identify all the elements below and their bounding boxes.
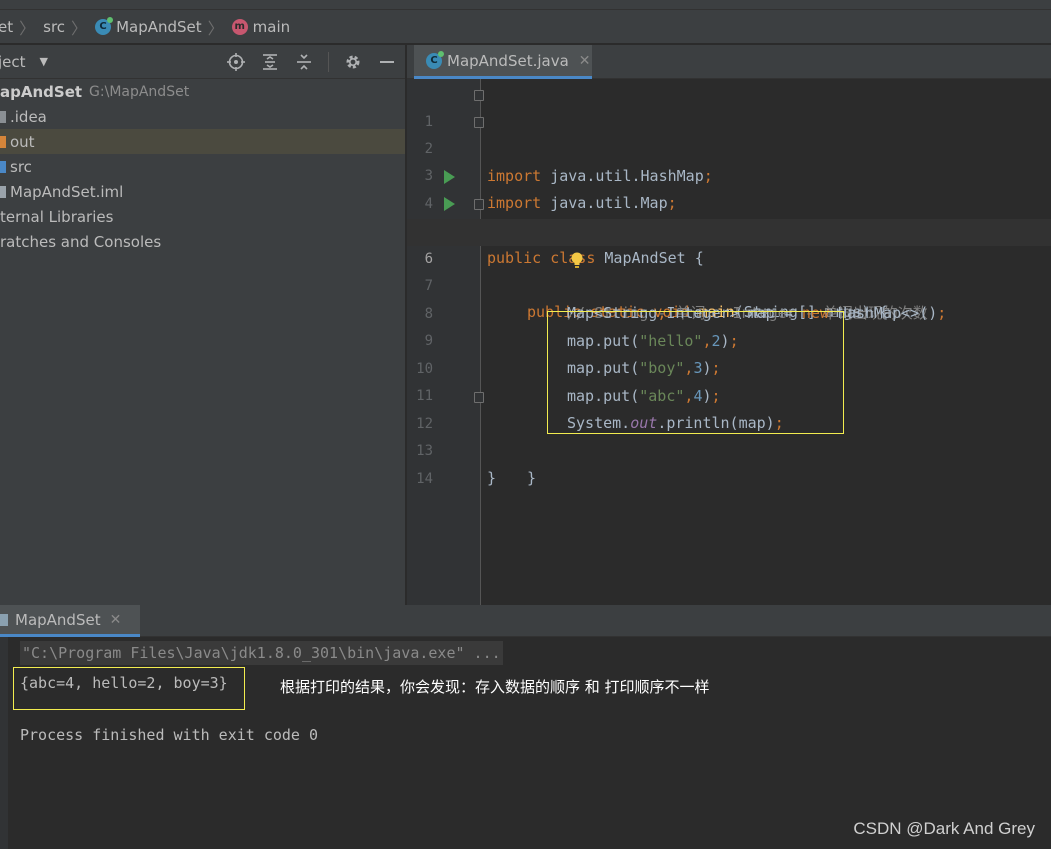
fold-icon[interactable] [474, 90, 484, 101]
tab-label: MapAndSet.java [447, 51, 569, 70]
breadcrumb-class-label: MapAndSet [116, 17, 202, 36]
fold-icon[interactable] [474, 199, 484, 210]
code-line: 8 map.put("hello",2); [407, 274, 1051, 350]
breadcrumb-src[interactable]: src [43, 18, 65, 36]
code-text: } [487, 469, 497, 487]
project-panel: ject ▼ apAndSet G:\MapAndSet .idea out s… [0, 45, 406, 605]
folder-icon [0, 110, 6, 123]
collapse-all-icon[interactable] [294, 52, 314, 72]
editor-tab-bar: C MapAndSet.java ✕ [407, 45, 1051, 79]
tree-item-src[interactable]: src [0, 154, 405, 179]
close-tab-icon[interactable]: ✕ [579, 53, 591, 69]
breadcrumb-separator-icon: 〉 [19, 18, 36, 38]
run-config-icon [0, 613, 8, 626]
breadcrumb-src-label: src [43, 17, 66, 36]
breadcrumb-separator-icon: 〉 [207, 18, 224, 38]
tree-item-external-libraries[interactable]: ternal Libraries [0, 204, 405, 229]
tree-item-label: out [10, 132, 35, 151]
locate-icon[interactable] [226, 52, 246, 72]
tree-item-label: src [10, 157, 32, 176]
code-line: 7 Map<String,Integer> map = new HashMap<… [407, 246, 1051, 322]
breadcrumb-class[interactable]: C MapAndSet [95, 16, 202, 36]
expand-all-icon[interactable] [260, 52, 280, 72]
breadcrumb-method[interactable]: m main [231, 17, 291, 36]
annotation-note: 根据打印的结果，你会发现：存入数据的顺序 和 打印顺序不一样 [280, 678, 710, 696]
code-line: 5 public static void main(String[] args)… [407, 191, 1051, 321]
project-panel-header: ject ▼ [0, 45, 405, 79]
breadcrumb-method-label: main [252, 17, 291, 36]
java-class-icon: C [95, 16, 114, 35]
run-tab-bar: MapAndSet ✕ [0, 605, 1051, 637]
output-highlight-box [13, 667, 245, 710]
tree-item-project-root[interactable]: apAndSet G:\MapAndSet [0, 79, 405, 104]
run-icon[interactable] [444, 197, 455, 211]
project-tree: apAndSet G:\MapAndSet .idea out src MapA… [0, 79, 405, 254]
window-top-strip [0, 0, 1051, 10]
code-line: 4 public class MapAndSet { [407, 164, 1051, 267]
project-view-selector[interactable]: ject [0, 53, 26, 71]
method-icon: m [231, 18, 248, 35]
breadcrumb: et 〉 src 〉 CMapAndSet 〉 mmain [0, 10, 1051, 44]
breadcrumb-project[interactable]: et [0, 18, 13, 36]
watermark: CSDN @Dark And Grey [853, 819, 1035, 838]
lightbulb-icon[interactable] [498, 224, 583, 268]
toolbar-divider [328, 52, 329, 72]
source-folder-icon [0, 160, 6, 173]
hide-panel-icon[interactable] [377, 52, 397, 72]
tree-item-label: .idea [10, 107, 47, 126]
console-command[interactable]: "C:\Program Files\Java\jdk1.8.0_301\bin\… [20, 641, 503, 665]
code-text: } [527, 469, 537, 487]
line-number: 14 [416, 471, 433, 487]
run-icon[interactable] [444, 170, 455, 184]
run-panel: MapAndSet ✕ "C:\Program Files\Java\jdk1.… [0, 605, 1051, 849]
tree-item-label: ratches and Consoles [0, 232, 162, 251]
code-line-current: 6 // String - 单词, Integer - 单词出现的次数 [407, 219, 1051, 322]
code-area[interactable]: 1 import java.util.HashMap; 2 import jav… [407, 79, 1051, 605]
run-toolbar-strip [0, 637, 8, 849]
tree-item-iml[interactable]: MapAndSet.iml [0, 179, 405, 204]
run-tab-label: MapAndSet [15, 610, 101, 629]
code-line: 14 [407, 439, 1051, 487]
code-editor: C MapAndSet.java ✕ 1 import java.util.Ha… [407, 45, 1051, 605]
console-finish-message: Process finished with exit code 0 [20, 726, 319, 744]
fold-icon[interactable] [474, 117, 484, 128]
code-line: 1 import java.util.HashMap; [407, 82, 1051, 185]
breadcrumb-separator-icon: 〉 [71, 18, 88, 38]
code-highlight-box [547, 311, 844, 434]
gear-icon[interactable] [343, 52, 363, 72]
tree-item-label: MapAndSet.iml [10, 182, 124, 201]
tab-run-mapandset[interactable]: MapAndSet ✕ [0, 605, 140, 637]
tab-mapandset-java[interactable]: C MapAndSet.java ✕ [414, 45, 592, 79]
tree-item-path: G:\MapAndSet [89, 83, 190, 100]
tree-item-scratches[interactable]: ratches and Consoles [0, 229, 405, 254]
tree-item-label: ternal Libraries [0, 207, 114, 226]
java-class-icon: C [426, 50, 444, 69]
code-line: 2 import java.util.Map; [407, 109, 1051, 212]
module-file-icon [0, 185, 6, 198]
tree-item-out[interactable]: out [0, 129, 405, 154]
tree-item-label: apAndSet [0, 82, 83, 101]
breadcrumb-project-label: et [0, 17, 14, 36]
close-tab-icon[interactable]: ✕ [110, 612, 122, 628]
fold-icon[interactable] [474, 392, 484, 403]
code-line: 3 [407, 136, 1051, 184]
caret-down-icon[interactable]: ▼ [40, 55, 48, 68]
tree-item-idea[interactable]: .idea [0, 104, 405, 129]
excluded-folder-icon [0, 135, 6, 148]
project-toolbar [226, 45, 397, 79]
